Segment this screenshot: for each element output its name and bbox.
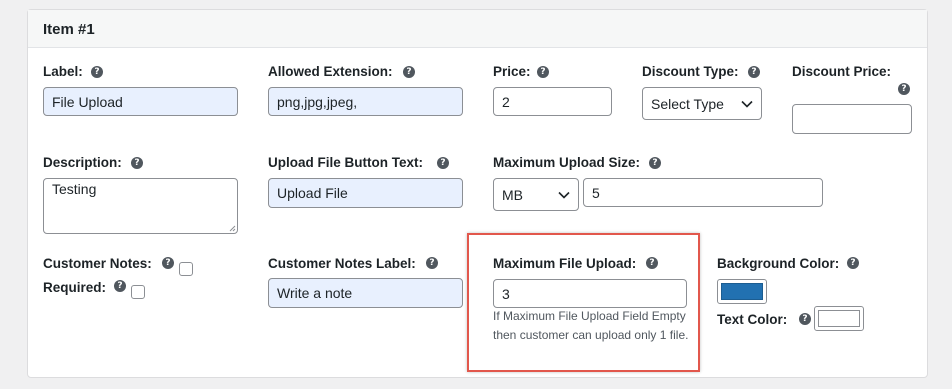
help-icon[interactable]: ?	[646, 257, 658, 269]
panel-header: Item #1	[28, 10, 927, 48]
allowed-extension-input[interactable]: png,jpg,jpeg,	[268, 87, 463, 116]
text-color-swatch	[818, 310, 860, 327]
max-upload-size-input[interactable]: 5	[583, 178, 823, 207]
max-upload-size-label: Maximum Upload Size:	[493, 155, 641, 170]
price-label: Price:	[493, 64, 531, 79]
help-icon[interactable]: ?	[426, 257, 438, 269]
chevron-down-icon	[558, 191, 570, 199]
customer-notes-label: Customer Notes:	[43, 256, 152, 271]
discount-type-label: Discount Type:	[642, 64, 739, 79]
customer-notes-checkbox[interactable]	[179, 262, 193, 276]
description-label: Description:	[43, 155, 122, 170]
allowed-extension-label: Allowed Extension:	[268, 64, 393, 79]
label-input[interactable]: File Upload	[43, 87, 238, 116]
help-icon[interactable]: ?	[847, 257, 859, 269]
max-file-upload-note: If Maximum File Upload Field Empty then …	[493, 309, 689, 342]
description-text: Testing	[52, 181, 97, 197]
help-icon[interactable]: ?	[403, 66, 415, 78]
resize-handle-icon[interactable]	[229, 225, 236, 232]
help-icon[interactable]: ?	[131, 157, 143, 169]
discount-price-input[interactable]	[792, 104, 912, 134]
discount-price-label: Discount Price:	[792, 64, 892, 79]
customer-notes-label-label: Customer Notes Label:	[268, 256, 416, 271]
help-icon[interactable]: ?	[537, 66, 549, 78]
upload-size-unit-selected: MB	[502, 186, 523, 203]
required-label: Required:	[43, 280, 107, 295]
upload-button-text-label: Upload File Button Text:	[268, 155, 423, 170]
label-field-label: Label:	[43, 64, 83, 79]
background-color-swatch	[721, 283, 763, 300]
help-icon[interactable]: ?	[799, 313, 811, 325]
help-icon[interactable]: ?	[91, 66, 103, 78]
help-icon[interactable]: ?	[162, 257, 174, 269]
panel-title: Item #1	[43, 21, 95, 38]
background-color-label: Background Color:	[717, 256, 840, 271]
discount-type-selected: Select Type	[651, 95, 724, 112]
help-icon[interactable]: ?	[898, 83, 910, 95]
help-icon[interactable]: ?	[114, 280, 126, 292]
chevron-down-icon	[741, 100, 753, 108]
background-color-picker[interactable]	[717, 279, 767, 304]
upload-button-text-input[interactable]: Upload File	[268, 178, 463, 208]
text-color-label: Text Color:	[717, 312, 788, 327]
required-checkbox[interactable]	[131, 285, 145, 299]
text-color-picker[interactable]	[814, 306, 864, 331]
help-icon[interactable]: ?	[437, 157, 449, 169]
help-icon[interactable]: ?	[748, 66, 760, 78]
price-input[interactable]: 2	[493, 87, 612, 116]
discount-type-select[interactable]: Select Type	[642, 87, 762, 120]
customer-notes-label-input[interactable]: Write a note	[268, 278, 463, 308]
help-icon[interactable]: ?	[649, 157, 661, 169]
description-textarea[interactable]: Testing	[43, 178, 238, 234]
max-file-upload-label: Maximum File Upload:	[493, 256, 637, 271]
upload-size-unit-select[interactable]: MB	[493, 178, 579, 211]
max-file-upload-input[interactable]: 3	[493, 279, 687, 308]
